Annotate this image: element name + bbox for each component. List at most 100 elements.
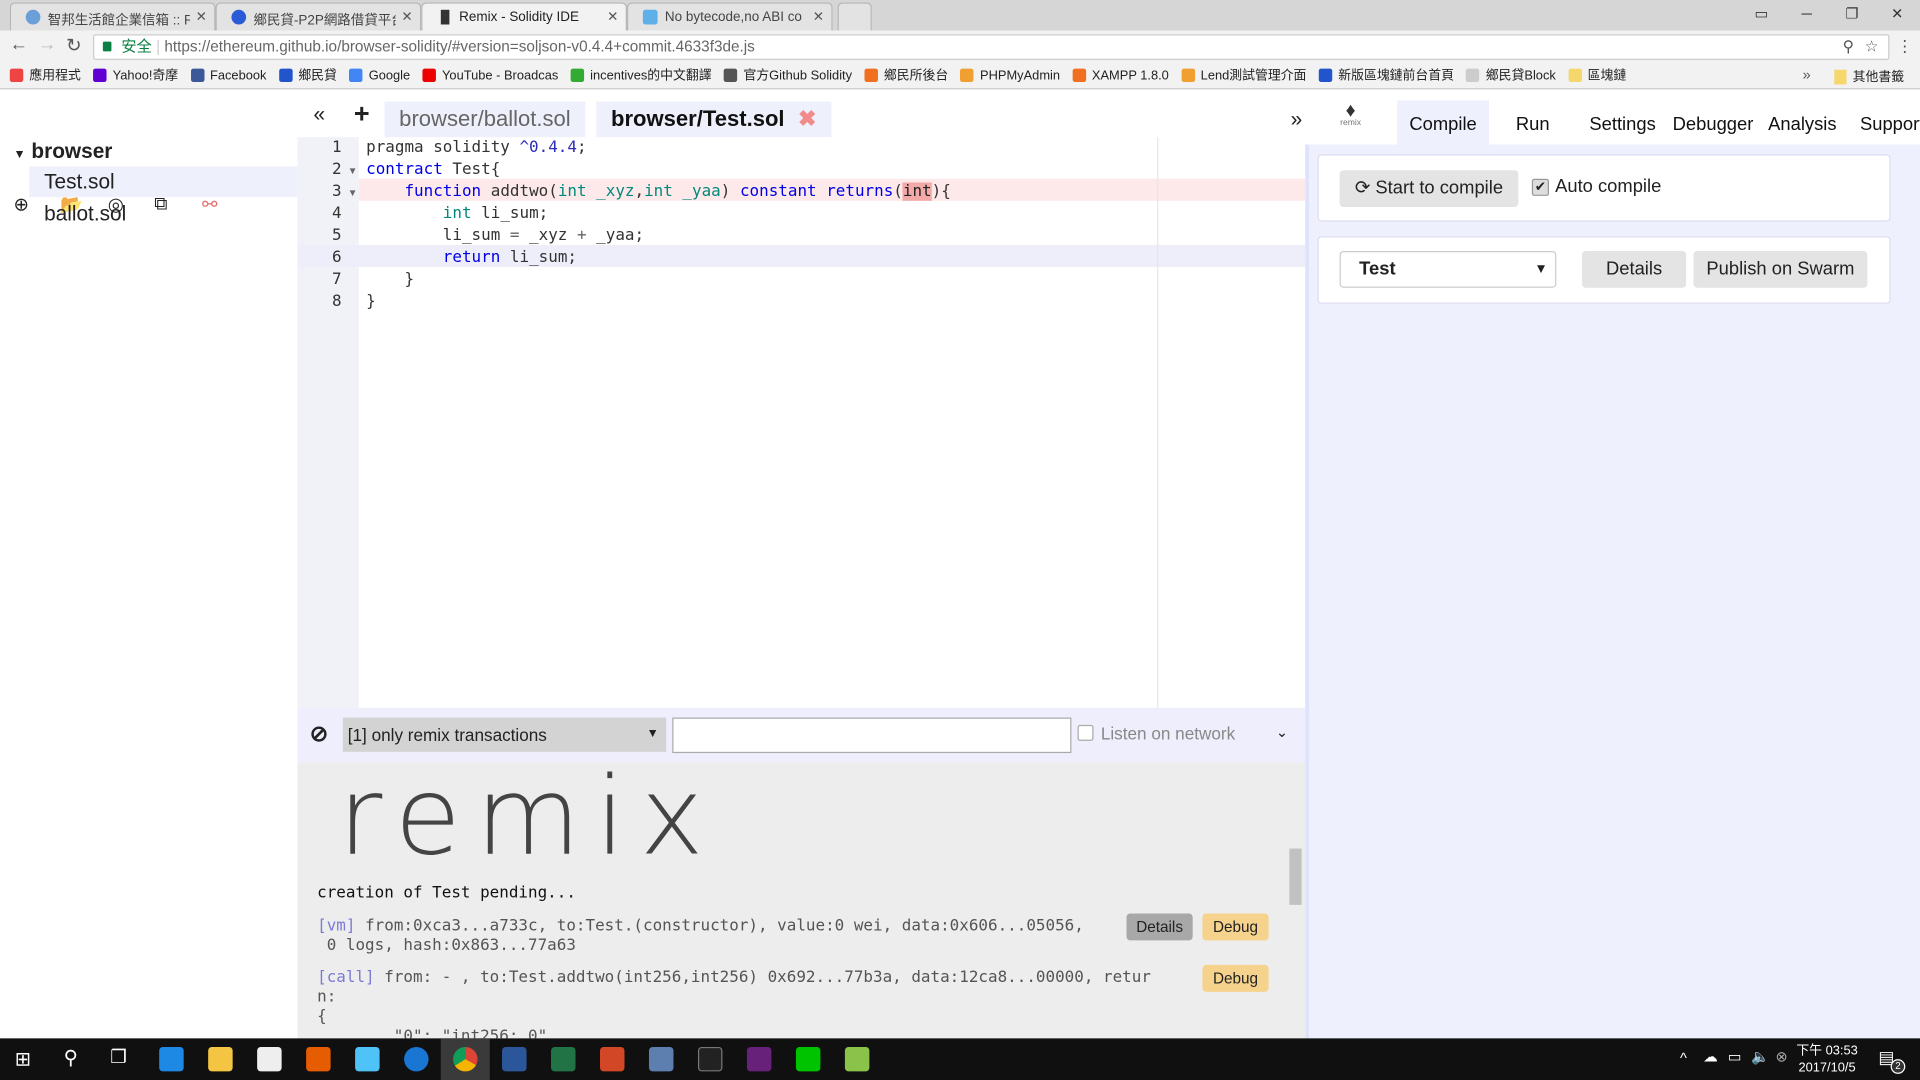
- line-icon[interactable]: [795, 1046, 821, 1072]
- edge-icon[interactable]: [159, 1046, 184, 1072]
- minimize-icon[interactable]: ─: [1784, 0, 1829, 29]
- close-tab-icon[interactable]: ✕: [401, 9, 412, 25]
- tab-test-sol[interactable]: browser/Test.sol ✖: [596, 101, 832, 138]
- forward-icon[interactable]: →: [38, 34, 56, 55]
- other-bookmarks[interactable]: 其他書籤: [1834, 67, 1904, 85]
- bookmark-item[interactable]: XAMPP 1.8.0: [1072, 68, 1169, 83]
- code-line[interactable]: contract Test{: [366, 159, 500, 181]
- ie-icon[interactable]: [404, 1046, 429, 1072]
- listen-network-checkbox[interactable]: [1077, 724, 1094, 741]
- file-item-ballot-sol[interactable]: ballot.sol: [29, 198, 141, 230]
- bookmark-item[interactable]: PHPMyAdmin: [960, 68, 1060, 83]
- bookmark-item[interactable]: Lend測試管理介面: [1181, 66, 1306, 84]
- bookmark-item[interactable]: Google: [349, 68, 410, 83]
- chevron-down-icon[interactable]: ⌄: [1276, 724, 1288, 741]
- contract-select[interactable]: Test ▼: [1339, 251, 1557, 288]
- browser-tab[interactable]: No bytecode,no ABI co ✕: [626, 2, 833, 31]
- tx-log-vm[interactable]: [vm] from:0xca3...a733c, to:Test.(constr…: [317, 917, 1084, 935]
- code-line[interactable]: function addtwo(int _xyz,int _yaa) const…: [366, 181, 951, 203]
- code-line[interactable]: return li_sum;: [366, 247, 577, 269]
- file-item-test-sol[interactable]: Test.sol: [29, 166, 298, 198]
- bookmark-item[interactable]: incentives的中文翻譯: [570, 66, 712, 84]
- close-tab-icon[interactable]: ✖: [798, 107, 816, 131]
- chrome-taskbar-active[interactable]: [440, 1038, 490, 1080]
- store-icon[interactable]: [257, 1046, 282, 1072]
- publish-swarm-button[interactable]: Publish on Swarm: [1693, 251, 1868, 288]
- clock[interactable]: 下午 03:53 2017/10/5: [1796, 1042, 1857, 1076]
- close-window-icon[interactable]: ✕: [1875, 0, 1920, 29]
- code-line[interactable]: }: [366, 269, 414, 291]
- code-line[interactable]: }: [366, 291, 376, 313]
- app-icon[interactable]: [355, 1046, 380, 1072]
- auto-compile-checkbox[interactable]: ✔: [1531, 178, 1549, 196]
- debug-button[interactable]: Debug: [1202, 913, 1269, 941]
- code-line[interactable]: pragma solidity ^0.4.4;: [366, 137, 586, 159]
- bookmark-item[interactable]: YouTube - Broadcas: [422, 68, 558, 83]
- details-button[interactable]: Details: [1582, 251, 1687, 288]
- browser-tab[interactable]: 鄉民貸-P2P網路借貸平台 ✕: [215, 2, 422, 31]
- tab-analysis[interactable]: Analysis: [1756, 100, 1849, 144]
- tab-run[interactable]: Run: [1504, 100, 1562, 144]
- word-icon[interactable]: [502, 1046, 527, 1072]
- windows-start-icon[interactable]: ⊞: [15, 1047, 31, 1071]
- bookmark-item[interactable]: 區塊鏈: [1568, 66, 1626, 84]
- task-view-icon[interactable]: ❐: [110, 1046, 126, 1068]
- bookmark-item[interactable]: 鄉民貸: [278, 66, 337, 84]
- console-scrollbar[interactable]: [1288, 767, 1303, 1035]
- code-line[interactable]: li_sum = _xyz + _yaa;: [366, 225, 644, 247]
- console-search-input[interactable]: [672, 717, 1072, 754]
- close-tab-icon[interactable]: ✕: [607, 9, 618, 25]
- collapse-left-button[interactable]: «: [313, 103, 325, 127]
- status-x-icon[interactable]: ⊗: [1776, 1048, 1788, 1065]
- start-compile-button[interactable]: ⟳ Start to compile: [1339, 170, 1519, 207]
- add-file-button[interactable]: +: [354, 98, 370, 130]
- code-line[interactable]: int li_sum;: [366, 203, 548, 225]
- url-input[interactable]: 安全 | https://ethereum.github.io/browser-…: [93, 34, 1890, 61]
- file-explorer-icon[interactable]: [208, 1046, 233, 1072]
- bookmark-item[interactable]: Yahoo!奇摩: [93, 66, 178, 84]
- tab-debugger[interactable]: Debugger: [1660, 100, 1765, 144]
- app-icon[interactable]: [306, 1046, 331, 1072]
- reload-icon[interactable]: ↻: [66, 34, 81, 57]
- volume-icon[interactable]: 🔈: [1751, 1048, 1769, 1065]
- collapse-right-button[interactable]: »: [1291, 108, 1303, 132]
- debug-button[interactable]: Debug: [1202, 964, 1269, 992]
- onedrive-icon[interactable]: ☁: [1703, 1048, 1718, 1065]
- app-icon[interactable]: [648, 1046, 674, 1072]
- fold-arrow-icon[interactable]: ▼: [348, 187, 358, 198]
- clear-console-icon[interactable]: ⊘: [310, 721, 328, 747]
- tray-chevron-icon[interactable]: ^: [1680, 1049, 1687, 1066]
- new-file-icon[interactable]: ⊕: [13, 193, 28, 216]
- restore-icon[interactable]: ❐: [1829, 0, 1874, 29]
- tab-ballot-sol[interactable]: browser/ballot.sol: [384, 101, 586, 138]
- tab-compile[interactable]: Compile: [1397, 100, 1490, 145]
- bookmark-item[interactable]: 新版區塊鏈前台首頁: [1318, 66, 1454, 84]
- powerpoint-icon[interactable]: [600, 1046, 625, 1072]
- bookmarks-more-button[interactable]: »: [1802, 66, 1810, 83]
- close-tab-icon[interactable]: ✕: [196, 9, 207, 25]
- tab-support[interactable]: Support: [1848, 100, 1920, 144]
- bookmark-item[interactable]: 鄉民貸Block: [1466, 66, 1556, 84]
- folder-browser[interactable]: ▼ browser: [13, 140, 112, 164]
- back-icon[interactable]: ←: [10, 34, 28, 55]
- details-button[interactable]: Details: [1126, 913, 1193, 941]
- zoom-icon[interactable]: ⚲: [1843, 36, 1854, 59]
- terminal-icon[interactable]: [697, 1046, 723, 1072]
- bookmark-item[interactable]: 鄉民所後台: [864, 66, 948, 84]
- new-tab-button[interactable]: [837, 2, 872, 31]
- network-icon[interactable]: ▭: [1728, 1048, 1742, 1065]
- excel-icon[interactable]: [551, 1046, 576, 1072]
- browser-tab[interactable]: 智邦生活館企業信箱 :: Re ✕: [9, 2, 216, 31]
- search-icon[interactable]: ⚲: [64, 1046, 78, 1070]
- bookmark-item[interactable]: 應用程式: [9, 66, 81, 84]
- user-icon[interactable]: ▭: [1739, 0, 1784, 29]
- tx-log-call[interactable]: [call] from: - , to:Test.addtwo(int256,i…: [317, 969, 1151, 987]
- menu-icon[interactable]: ⋮: [1897, 37, 1913, 57]
- app-icon[interactable]: [844, 1046, 870, 1072]
- visual-studio-icon[interactable]: [746, 1046, 772, 1072]
- browser-tab-active[interactable]: Remix - Solidity IDE ✕: [421, 2, 627, 31]
- fold-arrow-icon[interactable]: ▼: [348, 165, 358, 176]
- bookmark-item[interactable]: Facebook: [190, 68, 266, 83]
- transaction-filter-select[interactable]: [1] only remix transactions ▼: [342, 717, 667, 752]
- bookmark-item[interactable]: 官方Github Solidity: [723, 66, 852, 84]
